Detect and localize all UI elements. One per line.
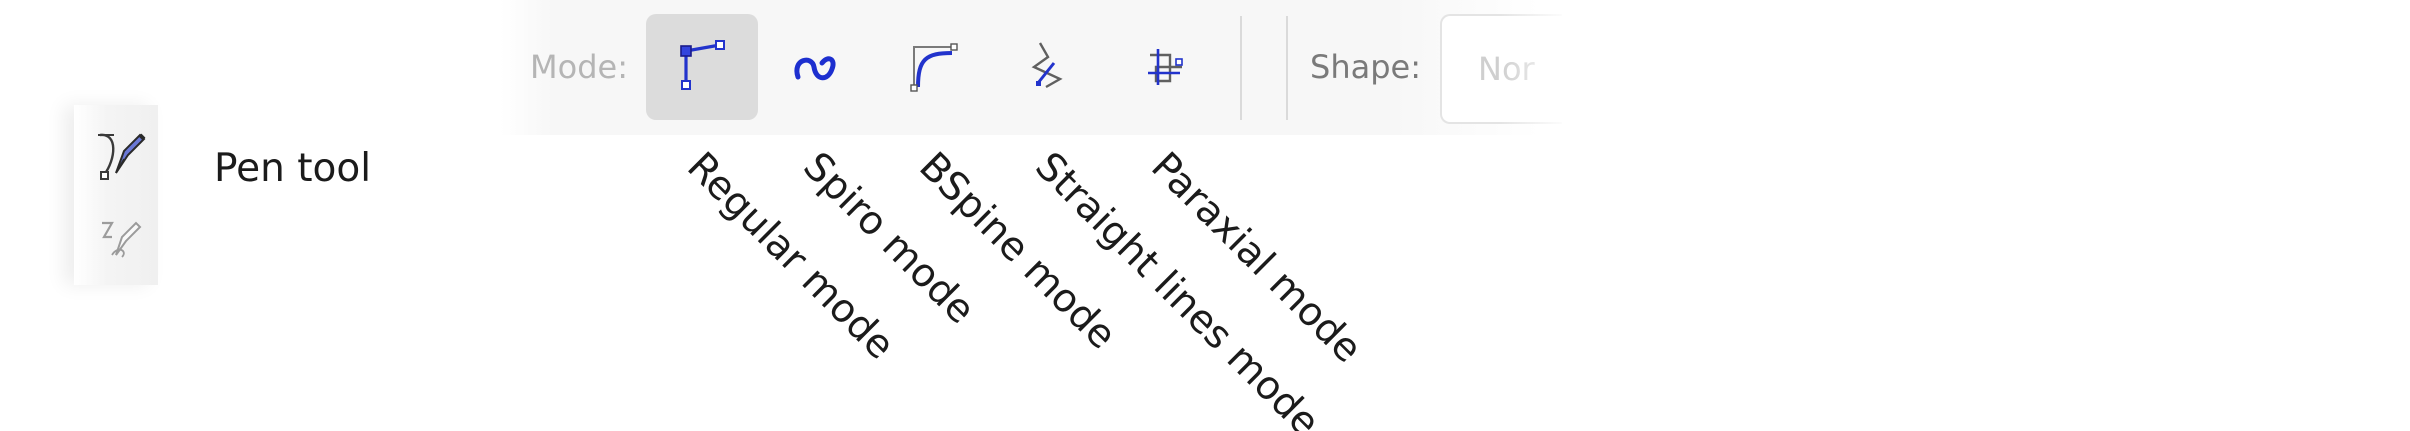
- pen-tool-callout: Pen tool: [214, 146, 372, 191]
- zigzag-icon: [1031, 42, 1063, 89]
- pen-tool-button[interactable]: [94, 129, 148, 183]
- regular-bezier-icon: [680, 40, 725, 90]
- straight-lines-mode-button[interactable]: [994, 14, 1106, 120]
- toolbar-separator: [1286, 16, 1288, 120]
- pen-bezier-icon: [98, 133, 146, 180]
- pencil-icon: [102, 221, 142, 258]
- shape-label: Shape:: [1310, 48, 1421, 86]
- fade-overlay: [1500, 0, 1570, 135]
- paraxial-mode-button[interactable]: [1110, 14, 1222, 120]
- bspline-mode-button[interactable]: [878, 14, 990, 120]
- bspline-icon: [910, 43, 958, 92]
- pencil-tool-button[interactable]: [98, 215, 144, 261]
- spiro-mode-button[interactable]: [762, 14, 874, 120]
- paraxial-mode-callout: Paraxial mode: [1142, 143, 1371, 372]
- mode-label: Mode:: [530, 48, 628, 86]
- spiro-icon: [794, 56, 836, 81]
- regular-mode-callout: Regular mode: [678, 143, 903, 369]
- regular-mode-button[interactable]: [646, 14, 758, 120]
- paraxial-icon: [1148, 49, 1183, 85]
- toolbox-strip: [74, 105, 158, 285]
- screenshot-canvas: Pen tool Mode: Shape: Regular mode Spiro…: [0, 0, 2410, 431]
- toolbar-separator: [1240, 16, 1242, 120]
